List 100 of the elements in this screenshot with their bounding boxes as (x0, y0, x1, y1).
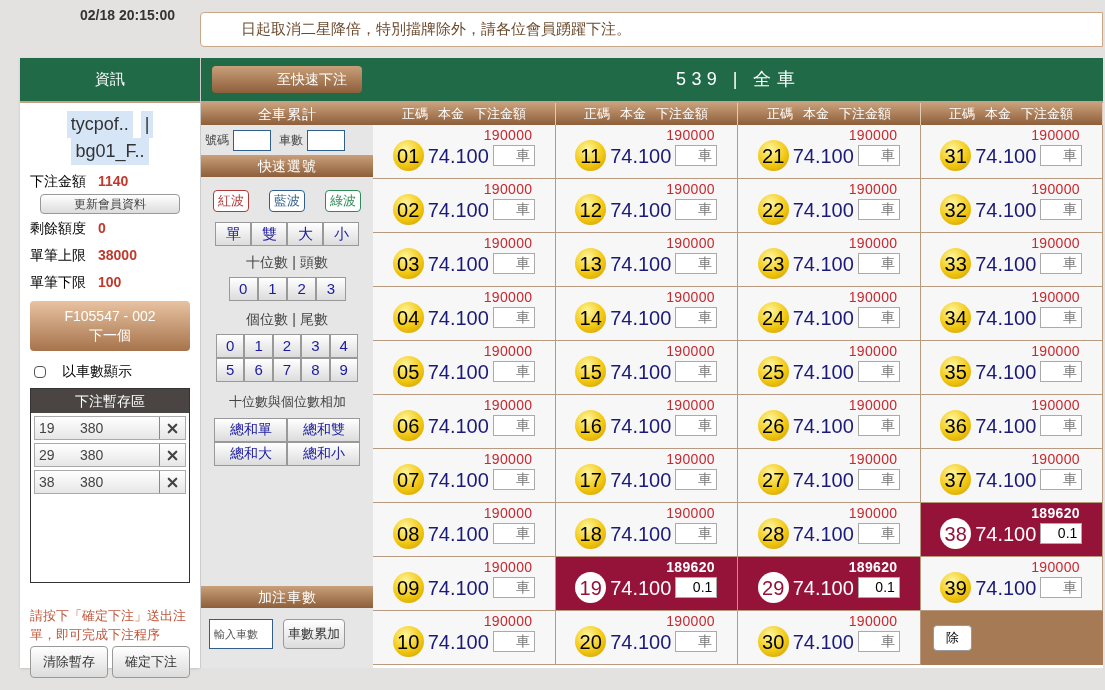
bet-cell[interactable]: 190000 10 74.100 車 (373, 611, 556, 665)
parity-button[interactable]: 單 (215, 222, 251, 246)
add-count-button[interactable]: 車數累加 (283, 619, 345, 649)
bet-cell[interactable]: 189620 29 74.100 0.1 (738, 557, 921, 611)
bet-cell[interactable]: 190000 22 74.100 車 (738, 179, 921, 233)
bet-cell[interactable]: 190000 11 74.100 車 (555, 125, 738, 179)
bet-cell[interactable]: 190000 18 74.100 車 (555, 503, 738, 557)
bet-cell[interactable]: 190000 39 74.100 車 (920, 557, 1103, 611)
bet-cell[interactable]: 190000 31 74.100 車 (920, 125, 1103, 179)
amount-field[interactable]: 車 (675, 307, 718, 328)
wave-button[interactable]: 綠波 (325, 190, 361, 212)
sum-button[interactable]: 總和單 (214, 417, 287, 442)
bet-cell[interactable]: 190000 34 74.100 車 (920, 287, 1103, 341)
amount-field[interactable]: 車 (492, 145, 535, 166)
bet-cell[interactable]: 190000 28 74.100 車 (738, 503, 921, 557)
bet-cell[interactable]: 190000 04 74.100 車 (373, 287, 556, 341)
amount-field[interactable]: 車 (857, 361, 900, 382)
bet-cell[interactable]: 190000 06 74.100 車 (373, 395, 556, 449)
bet-cell[interactable]: 190000 35 74.100 車 (920, 341, 1103, 395)
digit-button[interactable]: 3 (301, 334, 330, 358)
amount-field[interactable]: 車 (492, 631, 535, 652)
amount-field[interactable]: 車 (675, 415, 718, 436)
amount-field[interactable]: 車 (857, 523, 900, 544)
amount-field[interactable]: 車 (1040, 415, 1083, 436)
bet-cell[interactable]: 190000 14 74.100 車 (555, 287, 738, 341)
amount-field[interactable]: 車 (675, 469, 718, 490)
amount-field[interactable]: 車 (492, 469, 535, 490)
amount-field[interactable]: 車 (857, 415, 900, 436)
checkbox[interactable] (34, 365, 46, 378)
amount-field[interactable]: 車 (675, 199, 718, 220)
amount-field[interactable]: 0.1 (675, 577, 718, 598)
bet-cell[interactable]: 190000 20 74.100 車 (555, 611, 738, 665)
wave-button[interactable]: 紅波 (213, 190, 249, 212)
digit-button[interactable]: 4 (329, 334, 358, 358)
amount-field[interactable]: 車 (492, 523, 535, 544)
bet-cell[interactable]: 190000 33 74.100 車 (920, 233, 1103, 287)
digit-button[interactable]: 1 (244, 334, 273, 358)
amount-field[interactable]: 車 (1040, 199, 1083, 220)
digit-button[interactable]: 2 (272, 334, 302, 358)
corner-button[interactable]: 除 (932, 625, 972, 651)
amount-field[interactable]: 車 (1040, 577, 1083, 598)
amount-field[interactable]: 車 (492, 307, 535, 328)
amount-field[interactable]: 車 (675, 631, 718, 652)
amount-field[interactable]: 車 (1040, 307, 1083, 328)
bet-cell[interactable]: 190000 13 74.100 車 (555, 233, 738, 287)
bet-cell[interactable]: 190000 01 74.100 車 (373, 125, 556, 179)
wave-button[interactable]: 藍波 (269, 190, 305, 212)
bet-cell[interactable]: 190000 15 74.100 車 (555, 341, 738, 395)
refresh-button[interactable]: 更新會員資料 (40, 194, 180, 214)
action-button[interactable]: 確定下注 (112, 646, 190, 678)
bet-cell[interactable]: 190000 07 74.100 車 (373, 449, 556, 503)
amount-field[interactable]: 0.1 (1040, 523, 1083, 544)
amount-field[interactable]: 車 (1040, 253, 1083, 274)
amount-field[interactable]: 車 (675, 145, 718, 166)
amount-field[interactable]: 車 (492, 361, 535, 382)
amount-field[interactable]: 車 (675, 523, 718, 544)
amount-field[interactable]: 車 (857, 253, 900, 274)
bet-cell[interactable]: 190000 17 74.100 車 (555, 449, 738, 503)
digit-button[interactable]: 3 (316, 277, 346, 301)
number-field[interactable] (233, 129, 271, 151)
bet-cell[interactable]: 190000 36 74.100 車 (920, 395, 1103, 449)
digit-button[interactable]: 0 (228, 277, 258, 301)
bet-cell[interactable]: 190000 05 74.100 車 (373, 341, 556, 395)
digit-button[interactable]: 0 (216, 334, 245, 358)
amount-field[interactable]: 車 (492, 577, 535, 598)
bet-cell[interactable]: 190000 26 74.100 車 (738, 395, 921, 449)
bet-cell[interactable]: 189620 38 74.100 0.1 (920, 503, 1103, 557)
amount-field[interactable]: 0.1 (857, 577, 900, 598)
bet-cell[interactable]: 190000 32 74.100 車 (920, 179, 1103, 233)
digit-button[interactable]: 7 (272, 358, 302, 382)
bet-cell[interactable]: 190000 24 74.100 車 (738, 287, 921, 341)
sum-button[interactable]: 總和雙 (287, 417, 360, 442)
bet-cell[interactable]: 190000 37 74.100 車 (920, 449, 1103, 503)
digit-button[interactable]: 5 (216, 358, 245, 382)
bet-cell[interactable]: 190000 08 74.100 車 (373, 503, 556, 557)
amount-field[interactable]: 車 (492, 199, 535, 220)
amount-field[interactable]: 車 (1040, 469, 1083, 490)
parity-button[interactable]: 小 (323, 222, 359, 246)
bet-cell[interactable]: 190000 03 74.100 車 (373, 233, 556, 287)
sum-button[interactable]: 總和小 (287, 441, 360, 466)
digit-button[interactable]: 6 (244, 358, 273, 382)
bet-cell[interactable]: 190000 09 74.100 車 (373, 557, 556, 611)
digit-button[interactable]: 1 (257, 277, 287, 301)
amount-field[interactable]: 車 (492, 253, 535, 274)
amount-field[interactable]: 車 (1040, 361, 1083, 382)
amount-field[interactable]: 車 (857, 469, 900, 490)
amount-field[interactable]: 車 (857, 145, 900, 166)
count-field[interactable] (307, 129, 345, 151)
amount-field[interactable]: 車 (857, 199, 900, 220)
bet-cell[interactable]: 190000 25 74.100 車 (738, 341, 921, 395)
amount-field[interactable]: 車 (1040, 145, 1083, 166)
bet-cell[interactable]: 190000 30 74.100 車 (738, 611, 921, 665)
bet-cell[interactable]: 190000 02 74.100 車 (373, 179, 556, 233)
amount-field[interactable]: 車 (675, 253, 718, 274)
sum-button[interactable]: 總和大 (214, 441, 287, 466)
amount-field[interactable]: 車 (857, 307, 900, 328)
bet-cell[interactable]: 190000 16 74.100 車 (555, 395, 738, 449)
action-button[interactable]: 清除暫存 (30, 646, 108, 678)
digit-button[interactable]: 2 (287, 277, 317, 301)
amount-field[interactable]: 車 (492, 415, 535, 436)
